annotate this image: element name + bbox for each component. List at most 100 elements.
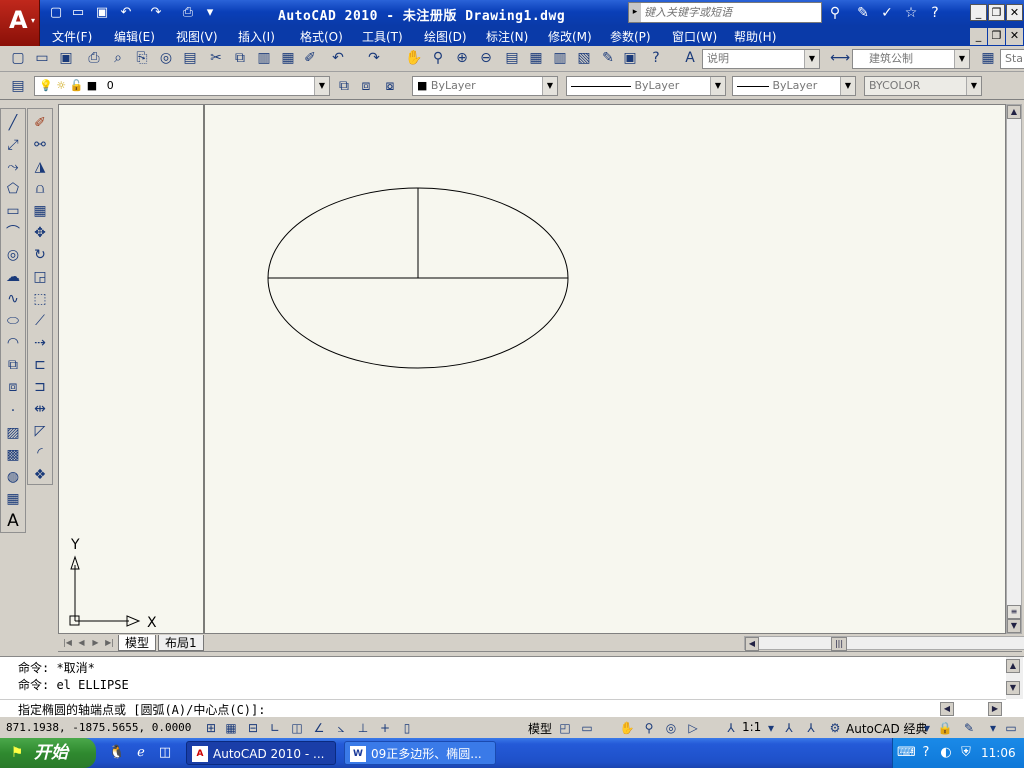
clock[interactable]: 11:06 — [981, 746, 1016, 760]
linetype-select[interactable]: ByLayer ▼ — [566, 76, 726, 96]
workspace-switcher[interactable]: AutoCAD 经典 — [846, 720, 928, 737]
redo-icon[interactable]: ↷ — [148, 5, 164, 21]
tab-first-icon[interactable]: |◀ — [62, 636, 73, 649]
application-menu-button[interactable]: A ▾ — [0, 0, 40, 46]
ellipse-arc-icon[interactable]: ◠ — [3, 333, 23, 353]
rotate-icon[interactable]: ↻ — [30, 245, 50, 265]
showmotion-icon[interactable]: ▷ — [684, 719, 702, 737]
scroll-down-icon[interactable]: ▼ — [1007, 619, 1021, 633]
grid-icon[interactable]: ⊟ — [244, 719, 262, 737]
steering-wheel-icon[interactable]: ◎ — [662, 719, 680, 737]
scroll-thumb[interactable]: ≡ — [1007, 605, 1021, 619]
otrack-icon[interactable]: ⦣ — [332, 719, 350, 737]
menu-dimension[interactable]: 标注(N) — [486, 28, 528, 45]
lineweight-toggle-icon[interactable]: ▯ — [398, 719, 416, 737]
polygon-icon[interactable]: ⬠ — [3, 179, 23, 199]
snap-icon[interactable]: ▦ — [222, 719, 240, 737]
scroll-up-icon[interactable]: ▲ — [1007, 105, 1021, 119]
chevron-down-icon[interactable]: ▾ — [984, 719, 1002, 737]
open-icon[interactable]: ▭ — [32, 48, 52, 68]
toolbar-lock-icon[interactable]: 🔒 — [936, 719, 954, 737]
restore-button[interactable]: ❐ — [988, 4, 1005, 21]
scroll-left-icon[interactable]: ◀ — [745, 637, 759, 651]
undo-icon[interactable]: ↶ — [328, 48, 348, 68]
text-style-icon[interactable]: A — [680, 48, 700, 68]
circle-icon[interactable]: ◎ — [3, 245, 23, 265]
polar-icon[interactable]: ◫ — [288, 719, 306, 737]
undo-icon[interactable]: ↶ — [118, 5, 134, 21]
ducs-icon[interactable]: ⊥ — [354, 719, 372, 737]
tab-model[interactable]: 模型 — [118, 635, 157, 651]
plot-icon[interactable]: ⎙ — [84, 48, 104, 68]
new-file-icon[interactable]: ▢ — [48, 5, 64, 21]
scroll-right-icon[interactable]: ▶ — [988, 702, 1002, 716]
ellipse-icon[interactable]: ⬭ — [3, 311, 23, 331]
command-input[interactable]: 指定椭圆的轴端点或 [圆弧(A)/中心点(C)]: ◀ ▶ — [0, 699, 1006, 717]
network-icon[interactable]: ◐ — [937, 744, 955, 762]
doc-minimize-button[interactable]: _ — [970, 28, 987, 45]
properties-icon[interactable]: ▤ — [502, 48, 522, 68]
layout-icon[interactable]: ◰ — [556, 719, 574, 737]
auto-scale-icon[interactable]: ⅄ — [802, 719, 820, 737]
gradient-icon[interactable]: ▩ — [3, 445, 23, 465]
menu-view[interactable]: 视图(V) — [176, 28, 218, 45]
polyline-icon[interactable]: ⤳ — [3, 157, 23, 177]
join-icon[interactable]: ⇹ — [30, 399, 50, 419]
rectangle-icon[interactable]: ▭ — [3, 201, 23, 221]
save-icon[interactable]: ▣ — [56, 48, 76, 68]
search-input[interactable] — [644, 4, 819, 21]
model-space-label[interactable]: 模型 — [528, 720, 552, 737]
sheet-set-manager-icon[interactable]: ▧ — [574, 48, 594, 68]
help-icon[interactable]: ? — [926, 4, 944, 22]
revision-cloud-icon[interactable]: ☁ — [3, 267, 23, 287]
tool-palettes-icon[interactable]: ▥ — [550, 48, 570, 68]
dyn-icon[interactable]: + — [376, 719, 394, 737]
point-icon[interactable]: · — [3, 401, 23, 421]
menu-parametric[interactable]: 参数(P) — [610, 28, 651, 45]
minimize-button[interactable]: _ — [970, 4, 987, 21]
markup-icon[interactable]: ✎ — [598, 48, 618, 68]
close-button[interactable]: ✕ — [1006, 4, 1023, 21]
task-autocad[interactable]: A AutoCAD 2010 - ... — [186, 741, 336, 765]
keyboard-icon[interactable]: ⌨ — [897, 744, 916, 762]
menu-draw[interactable]: 绘图(D) — [424, 28, 467, 45]
infer-constraints-icon[interactable]: ⊞ — [202, 719, 220, 737]
arc-icon[interactable]: ⌒ — [3, 223, 23, 243]
tab-layout1[interactable]: 布局1 — [158, 635, 204, 651]
erase-icon[interactable]: ✐ — [30, 113, 50, 133]
menu-format[interactable]: 格式(O) — [300, 28, 343, 45]
annotation-scale-value[interactable]: 1:1 — [742, 720, 761, 734]
layer-previous-icon[interactable]: ⧈ — [356, 76, 376, 96]
stretch-icon[interactable]: ⬚ — [30, 289, 50, 309]
offset-icon[interactable]: ⩍ — [30, 179, 50, 199]
array-icon[interactable]: ▦ — [30, 201, 50, 221]
save-icon[interactable]: ▣ — [94, 5, 110, 21]
scroll-up-icon[interactable]: ▲ — [1006, 659, 1020, 673]
menu-modify[interactable]: 修改(M) — [548, 28, 592, 45]
help-icon[interactable]: ? — [646, 48, 666, 68]
menu-window[interactable]: 窗口(W) — [672, 28, 717, 45]
sheet-set-icon[interactable]: ▤ — [180, 48, 200, 68]
explode-icon[interactable]: ❖ — [30, 465, 50, 485]
zoom-realtime-icon[interactable]: ⚲ — [428, 48, 448, 68]
horizontal-scrollbar[interactable]: ◀ ||| ▶ — [744, 636, 1024, 651]
security-shield-icon[interactable]: ⛨ — [957, 744, 975, 762]
hardware-accel-icon[interactable]: ✎ — [960, 719, 978, 737]
break-at-point-icon[interactable]: ⊏ — [30, 355, 50, 375]
open-file-icon[interactable]: ▭ — [70, 5, 86, 21]
cut-icon[interactable]: ✂ — [206, 48, 226, 68]
binoculars-icon[interactable]: ⚲ — [826, 4, 844, 22]
text-style-select[interactable]: 说明 ▼ — [702, 49, 820, 69]
table-icon[interactable]: ▦ — [3, 489, 23, 509]
lineweight-select[interactable]: ByLayer ▼ — [732, 76, 856, 96]
color-select[interactable]: ■ ByLayer ▼ — [412, 76, 558, 96]
plotstyle-select[interactable]: BYCOLOR ▼ — [864, 76, 982, 96]
quickcalc-icon[interactable]: ▣ — [620, 48, 640, 68]
pan-icon[interactable]: ✋ — [404, 48, 424, 68]
table-style-icon[interactable]: ▦ — [978, 48, 998, 68]
extend-icon[interactable]: ⇢ — [30, 333, 50, 353]
copy-icon[interactable]: ⧉ — [230, 48, 250, 68]
chamfer-icon[interactable]: ◸ — [30, 421, 50, 441]
trim-icon[interactable]: ⟋ — [30, 311, 50, 331]
design-center-icon[interactable]: ▦ — [526, 48, 546, 68]
